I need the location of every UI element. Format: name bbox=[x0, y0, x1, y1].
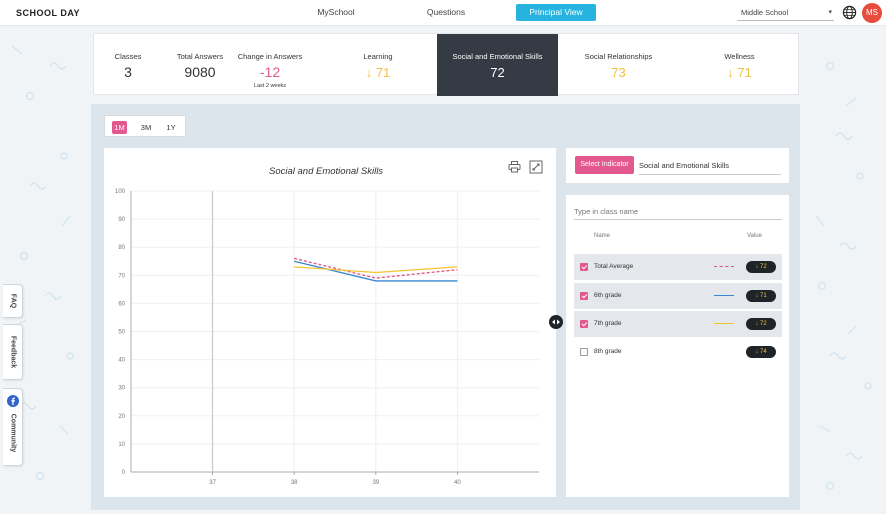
tab-learning[interactable]: Learning ↓ 71 bbox=[319, 34, 437, 96]
y-tick-label: 10 bbox=[118, 442, 125, 448]
nav-principal-view[interactable]: Principal View bbox=[516, 4, 596, 21]
feedback-tab[interactable]: Feedback bbox=[3, 324, 23, 380]
stat-total-answers: Total Answers 9080 bbox=[170, 52, 230, 80]
value-badge: ↓ 72 bbox=[746, 261, 776, 273]
y-tick-label: 20 bbox=[118, 414, 125, 420]
indicator-select[interactable]: Social and Emotional Skills bbox=[639, 156, 781, 175]
checkbox[interactable] bbox=[580, 320, 588, 328]
x-tick-label: 38 bbox=[291, 480, 298, 486]
tab-social-relationships-value: 73 bbox=[611, 65, 626, 80]
value-badge: ↓ 71 bbox=[746, 290, 776, 302]
y-tick-label: 60 bbox=[118, 301, 125, 307]
checkbox[interactable] bbox=[580, 263, 588, 271]
nav-myschool[interactable]: MySchool bbox=[300, 4, 372, 21]
checkbox[interactable] bbox=[580, 348, 588, 356]
range-1m-button[interactable]: 1M bbox=[112, 121, 127, 134]
arrows-horizontal-icon bbox=[552, 319, 560, 325]
y-tick-label: 70 bbox=[118, 273, 125, 279]
arrow-down-icon: ↓ bbox=[365, 65, 373, 80]
community-tab-label: Community bbox=[9, 413, 16, 453]
class-search-input[interactable] bbox=[574, 204, 782, 220]
faq-tab[interactable]: FAQ bbox=[3, 284, 23, 318]
faq-tab-label: FAQ bbox=[9, 293, 16, 309]
y-tick-label: 40 bbox=[118, 358, 125, 364]
legend-row-8th-grade[interactable]: 8th grade ↓ 74 bbox=[574, 339, 782, 365]
stat-total-answers-label: Total Answers bbox=[176, 52, 224, 61]
stat-total-answers-value: 9080 bbox=[184, 64, 216, 80]
community-tab[interactable]: Community bbox=[3, 388, 23, 466]
x-tick-label: 37 bbox=[209, 480, 216, 486]
school-select-value: Middle School bbox=[741, 8, 789, 17]
range-3m-button[interactable]: 3M bbox=[138, 121, 154, 134]
summary-bar: Classes 3 Total Answers 9080 Change in A… bbox=[93, 33, 800, 96]
stat-classes: Classes 3 bbox=[112, 52, 144, 80]
tab-social-relationships[interactable]: Social Relationships 73 bbox=[558, 34, 679, 96]
line-chart: 0 10 20 30 40 50 60 70 80 90 100 37 38 39 40 bbox=[115, 189, 539, 486]
y-tick-label: 90 bbox=[118, 217, 125, 223]
tab-wellness-value: ↓ 71 bbox=[727, 65, 752, 80]
legend-row-label: 7th grade bbox=[594, 320, 622, 327]
stat-change-label: Change in Answers bbox=[237, 52, 303, 61]
legend-value-header: Value bbox=[747, 233, 762, 239]
range-1y-button[interactable]: 1Y bbox=[163, 121, 179, 134]
tab-social-emotional-value: 72 bbox=[490, 65, 505, 80]
stat-change-note: Last 2 weeks bbox=[253, 83, 287, 89]
chevron-down-icon: ▾ bbox=[828, 9, 832, 16]
feedback-tab-label: Feedback bbox=[9, 335, 16, 369]
stat-change: Change in Answers -12 Last 2 weeks bbox=[232, 52, 308, 89]
legend-row-total-average[interactable]: Total Average ↓ 72 bbox=[574, 254, 782, 280]
x-tick-label: 39 bbox=[372, 480, 379, 486]
x-tick-label: 40 bbox=[454, 480, 461, 486]
legend-row-7th-grade[interactable]: 7th grade ↓ 72 bbox=[574, 311, 782, 337]
facebook-icon bbox=[7, 395, 19, 407]
tab-wellness-label: Wellness bbox=[724, 52, 755, 61]
tab-social-relationships-label: Social Relationships bbox=[584, 52, 653, 61]
nav-questions[interactable]: Questions bbox=[410, 4, 482, 21]
line-swatch bbox=[714, 323, 734, 324]
y-tick-label: 100 bbox=[115, 189, 126, 195]
legend-row-6th-grade[interactable]: 6th grade ↓ 71 bbox=[574, 283, 782, 309]
y-tick-label: 0 bbox=[122, 470, 126, 476]
line-swatch bbox=[714, 295, 734, 296]
stat-classes-value: 3 bbox=[124, 64, 132, 80]
tab-wellness[interactable]: Wellness ↓ 71 bbox=[679, 34, 800, 96]
globe-icon[interactable] bbox=[842, 5, 857, 20]
select-indicator-button[interactable]: Select Indicator bbox=[575, 156, 634, 174]
school-select[interactable]: Middle School ▾ bbox=[737, 5, 834, 21]
user-avatar[interactable]: MS bbox=[862, 3, 882, 23]
stat-classes-label: Classes bbox=[114, 52, 142, 61]
value-badge: ↓ 72 bbox=[746, 318, 776, 330]
value-badge: ↓ 74 bbox=[746, 346, 776, 358]
arrow-down-icon: ↓ bbox=[727, 65, 734, 80]
top-bar: SCHOOL DAY MySchool Questions Principal … bbox=[0, 0, 886, 26]
tab-social-emotional-label: Social and Emotional Skills bbox=[452, 52, 543, 61]
range-selector: 1M 3M 1Y bbox=[104, 115, 186, 137]
y-tick-label: 30 bbox=[118, 386, 125, 392]
legend-row-label: 6th grade bbox=[594, 292, 622, 299]
app-logo[interactable]: SCHOOL DAY bbox=[16, 8, 80, 18]
tab-learning-value: ↓ 71 bbox=[365, 65, 391, 80]
tab-social-emotional[interactable]: Social and Emotional Skills 72 bbox=[437, 34, 558, 96]
line-swatch bbox=[714, 266, 734, 267]
legend-row-label: Total Average bbox=[594, 263, 634, 270]
y-tick-label: 50 bbox=[118, 330, 125, 336]
legend-name-header: Name bbox=[594, 233, 611, 239]
tab-learning-label: Learning bbox=[363, 52, 393, 61]
stat-change-value: -12 bbox=[259, 64, 281, 80]
y-tick-label: 80 bbox=[118, 245, 125, 251]
collapse-toggle[interactable] bbox=[549, 315, 563, 329]
checkbox[interactable] bbox=[580, 292, 588, 300]
legend-row-label: 8th grade bbox=[594, 348, 622, 355]
